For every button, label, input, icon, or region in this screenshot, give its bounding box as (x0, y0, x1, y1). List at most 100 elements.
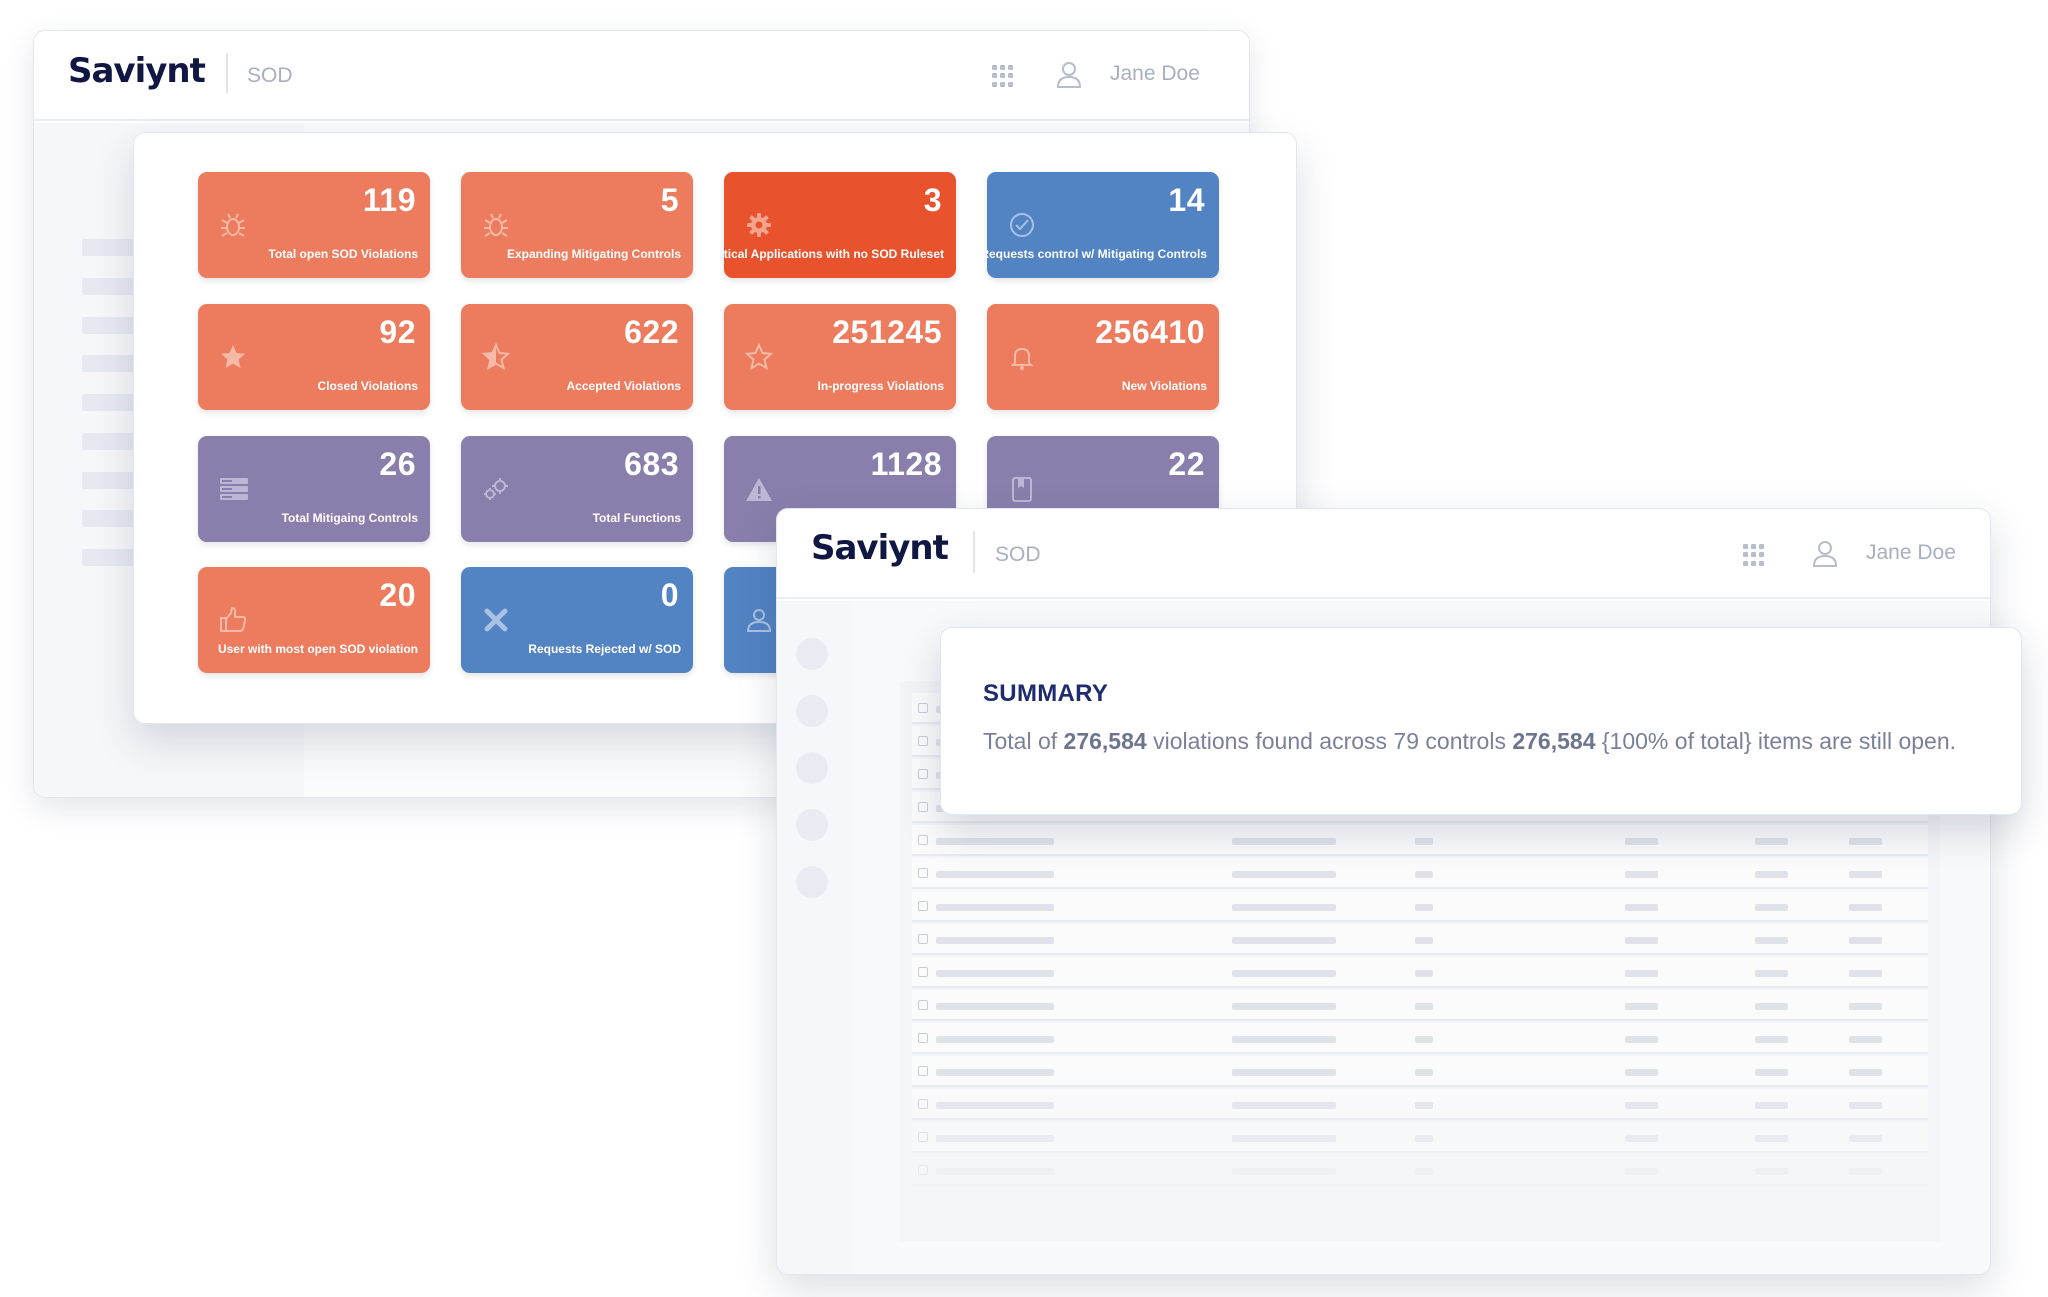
row-checkbox[interactable] (918, 868, 928, 878)
apps-grid-icon[interactable] (992, 65, 1014, 87)
row-checkbox[interactable] (918, 967, 928, 977)
sidebar-item[interactable] (796, 695, 828, 727)
tile-label: Accepted Violations (566, 379, 681, 393)
cell-placeholder (1232, 1168, 1336, 1175)
cell-placeholder (936, 838, 1054, 845)
row-checkbox[interactable] (918, 1033, 928, 1043)
header-divider (226, 53, 228, 93)
tile-critical-applications[interactable]: 3 Critical Applications with no SOD Rule… (724, 172, 956, 278)
table-row[interactable] (912, 957, 1928, 988)
book-icon (1012, 477, 1032, 502)
tile-label: Total Functions (592, 511, 681, 525)
cell-placeholder (1232, 1036, 1336, 1043)
sidebar-item[interactable] (796, 638, 828, 670)
tile-value: 251245 (832, 314, 942, 350)
cell-placeholder (1232, 1102, 1336, 1109)
sidebar-item[interactable] (796, 866, 828, 898)
table-row[interactable] (912, 825, 1928, 856)
row-checkbox[interactable] (918, 736, 928, 746)
tile-value: 14 (1168, 182, 1205, 218)
saviynt-logo[interactable]: Saviynt (811, 528, 949, 568)
summary-text-mid: violations found across 79 controls (1146, 728, 1513, 754)
cell-placeholder (1415, 871, 1433, 878)
gear-icon (747, 213, 771, 237)
cell-placeholder (1755, 1003, 1788, 1010)
tile-in-progress-violations[interactable]: 251245 In-progress Violations (724, 304, 956, 410)
tile-requests-control-mitigating[interactable]: 14 Requests control w/ Mitigating Contro… (987, 172, 1219, 278)
cell-placeholder (1755, 904, 1788, 911)
tile-total-functions[interactable]: 683 Total Functions (461, 436, 693, 542)
tile-value: 22 (1168, 446, 1205, 482)
tile-user-most-open-sod[interactable]: 20 User with most open SOD violation (198, 567, 430, 673)
cell-placeholder (936, 1102, 1054, 1109)
table-row[interactable] (912, 1155, 1928, 1186)
summary-open-items: 276,584 (1512, 728, 1596, 754)
cell-placeholder (1625, 1036, 1658, 1043)
row-checkbox[interactable] (918, 1165, 928, 1175)
cell-placeholder (1232, 1135, 1336, 1142)
table-row[interactable] (912, 1023, 1928, 1054)
cell-placeholder (1415, 1168, 1433, 1175)
summary-text-suffix: {100% of total} items are still open. (1595, 728, 1957, 754)
tile-requests-rejected-sod[interactable]: 0 Requests Rejected w/ SOD (461, 567, 693, 673)
cell-placeholder (1232, 1003, 1336, 1010)
row-checkbox[interactable] (918, 703, 928, 713)
cell-placeholder (1755, 1168, 1788, 1175)
cell-placeholder (1415, 838, 1433, 845)
cell-placeholder (1625, 1069, 1658, 1076)
tile-value: 256410 (1095, 314, 1205, 350)
module-name: SOD (247, 64, 293, 87)
tile-total-mitigating-controls[interactable]: 26 Total Mitigaing Controls (198, 436, 430, 542)
row-checkbox[interactable] (918, 769, 928, 779)
cell-placeholder (1755, 871, 1788, 878)
tile-new-violations[interactable]: 256410 New Violations (987, 304, 1219, 410)
row-checkbox[interactable] (918, 1066, 928, 1076)
cell-placeholder (936, 937, 1054, 944)
cell-placeholder (1755, 838, 1788, 845)
cell-placeholder (936, 1036, 1054, 1043)
table-row[interactable] (912, 924, 1928, 955)
cell-placeholder (1625, 1168, 1658, 1175)
summary-card: SUMMARY Total of 276,584 violations foun… (940, 627, 2022, 815)
apps-grid-icon[interactable] (1743, 544, 1765, 566)
table-row[interactable] (912, 858, 1928, 889)
row-checkbox[interactable] (918, 802, 928, 812)
tile-label: Closed Violations (317, 379, 418, 393)
row-checkbox[interactable] (918, 934, 928, 944)
saviynt-logo[interactable]: Saviynt (68, 51, 206, 91)
row-checkbox[interactable] (918, 901, 928, 911)
summary-total-violations: 276,584 (1063, 728, 1147, 754)
tile-closed-violations[interactable]: 92 Closed Violations (198, 304, 430, 410)
tile-value: 92 (379, 314, 416, 350)
row-checkbox[interactable] (918, 1099, 928, 1109)
row-checkbox[interactable] (918, 1000, 928, 1010)
thumbs-up-icon (220, 606, 247, 632)
user-icon[interactable] (1056, 61, 1082, 89)
cell-placeholder (1232, 838, 1336, 845)
table-row[interactable] (912, 990, 1928, 1021)
warning-icon (746, 478, 772, 501)
table-row[interactable] (912, 1089, 1928, 1120)
tile-label: Total open SOD Violations (268, 247, 418, 261)
tile-accepted-violations[interactable]: 622 Accepted Violations (461, 304, 693, 410)
cell-placeholder (1849, 1135, 1882, 1142)
bell-icon (1010, 347, 1034, 370)
table-row[interactable] (912, 891, 1928, 922)
tile-total-open-sod-violations[interactable]: 119 Total open SOD Violations (198, 172, 430, 278)
sidebar-item[interactable] (796, 752, 828, 784)
tile-expanding-mitigating-controls[interactable]: 5 Expanding Mitigating Controls (461, 172, 693, 278)
cell-placeholder (936, 1069, 1054, 1076)
row-checkbox[interactable] (918, 1132, 928, 1142)
cell-placeholder (1625, 838, 1658, 845)
cell-placeholder (1755, 1069, 1788, 1076)
star-outline-icon (744, 342, 774, 371)
user-name[interactable]: Jane Doe (1866, 541, 1956, 565)
user-icon[interactable] (1812, 540, 1838, 568)
row-checkbox[interactable] (918, 835, 928, 845)
user-name[interactable]: Jane Doe (1110, 62, 1200, 86)
table-row[interactable] (912, 1122, 1928, 1153)
sidebar-item[interactable] (796, 809, 828, 841)
tile-value: 5 (660, 182, 679, 218)
table-row[interactable] (912, 1056, 1928, 1087)
detail-window: Saviynt SOD Jane Doe (776, 508, 1991, 1275)
